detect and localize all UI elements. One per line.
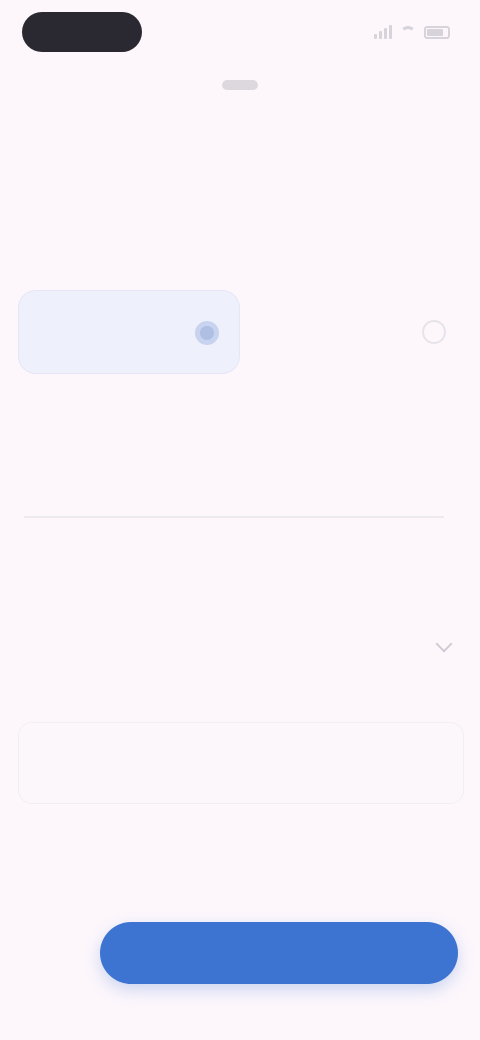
option-chip-2[interactable]: [250, 290, 462, 374]
signal-icon: [374, 25, 392, 39]
bottom-action-bar: [0, 900, 480, 1010]
status-time: [22, 12, 142, 52]
option-selector: [18, 290, 462, 380]
radio-selected-icon[interactable]: [195, 321, 219, 345]
primary-button[interactable]: [100, 922, 458, 984]
battery-icon: [424, 25, 450, 39]
sheet-header: [0, 66, 480, 106]
radio-unselected-icon[interactable]: [422, 320, 446, 344]
field-3-textarea[interactable]: [18, 722, 464, 804]
drag-handle[interactable]: [222, 80, 258, 90]
field-1-input[interactable]: [24, 456, 444, 518]
wifi-icon: [400, 26, 416, 38]
chevron-down-icon: [435, 635, 453, 653]
status-bar: [0, 0, 480, 64]
option-chip-1[interactable]: [18, 290, 240, 374]
status-icons: [374, 24, 450, 40]
field-2-select[interactable]: [24, 612, 464, 674]
